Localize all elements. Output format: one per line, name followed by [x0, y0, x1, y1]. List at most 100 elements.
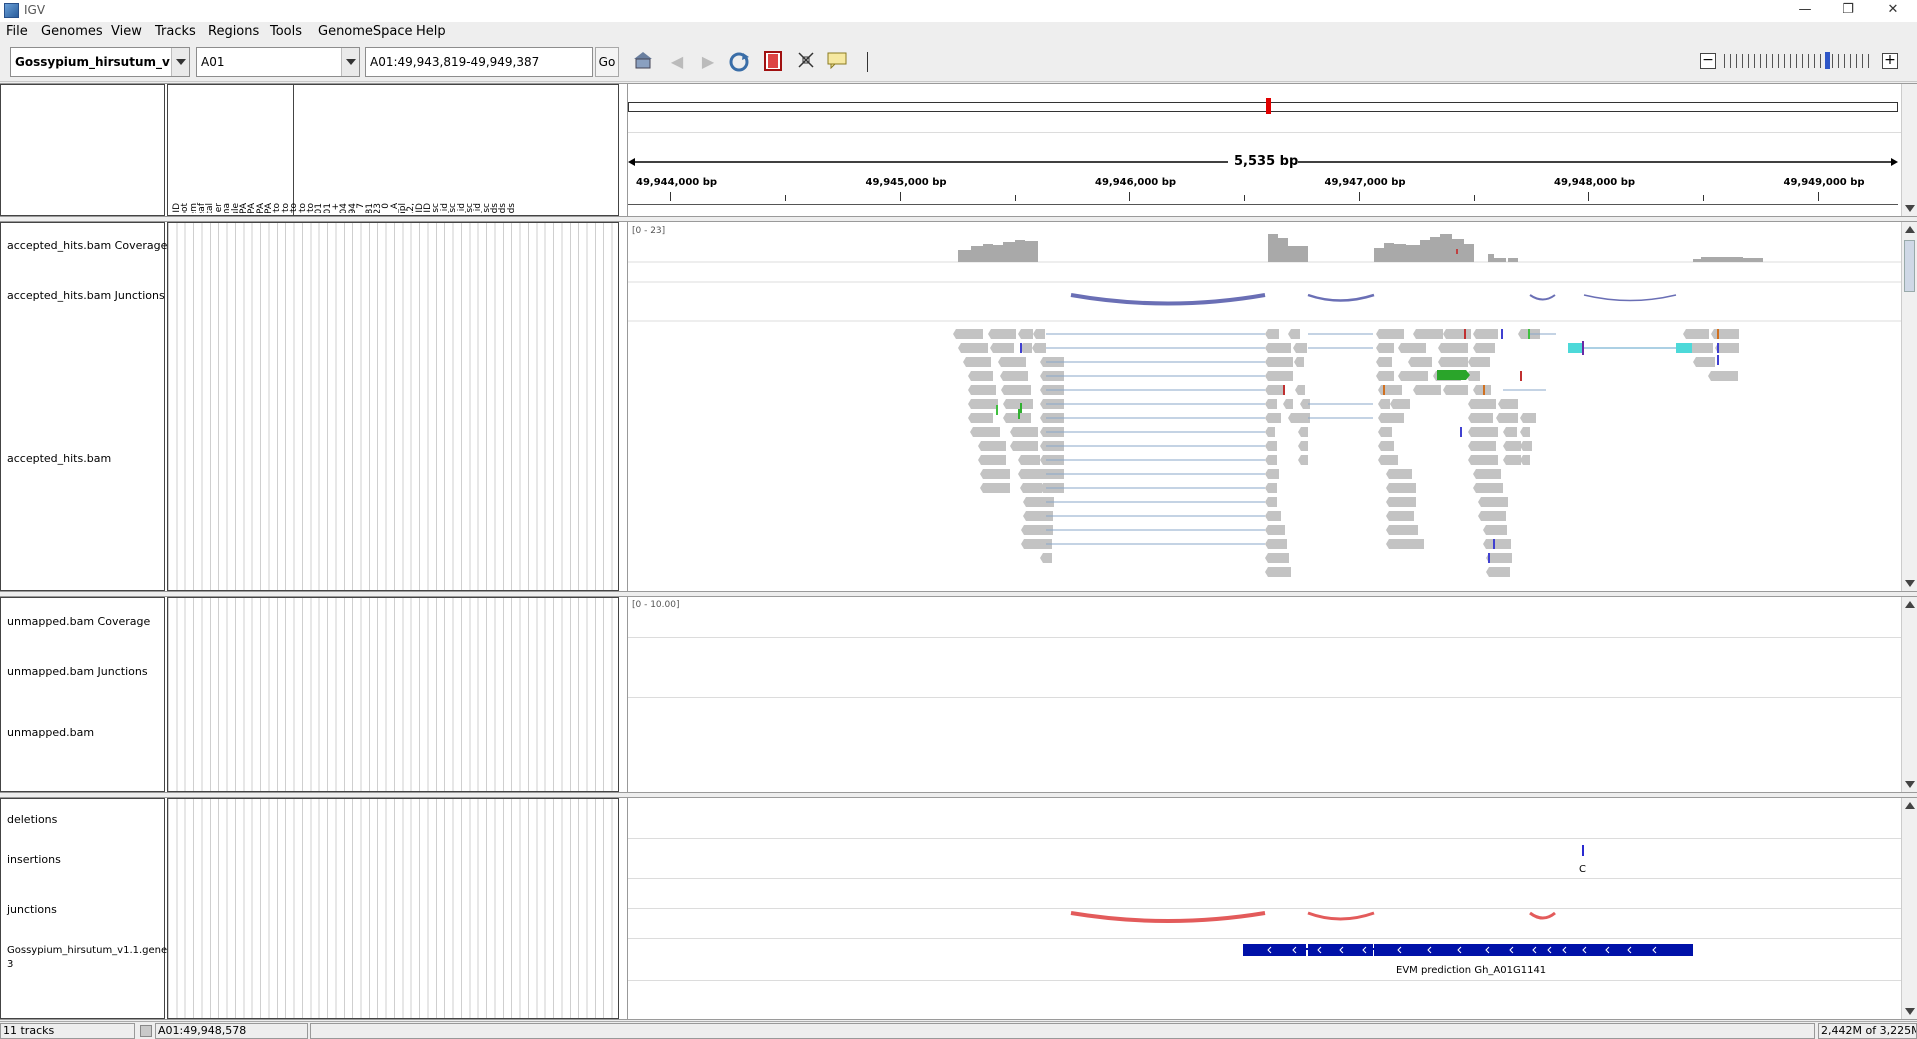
- junction-arc: [1529, 294, 1556, 301]
- track-name-insertions[interactable]: insertions: [7, 853, 61, 866]
- scroll-down-icon[interactable]: [1905, 781, 1915, 788]
- mismatch-mark: [1528, 329, 1530, 339]
- read-alignment: [1265, 343, 1291, 353]
- coverage-bar: [1374, 248, 1384, 262]
- chromosome-ideogram[interactable]: [628, 102, 1898, 112]
- region-of-interest-icon[interactable]: [795, 51, 817, 73]
- scroll-down-icon[interactable]: [1905, 580, 1915, 587]
- zoom-slider[interactable]: [1724, 54, 1874, 68]
- accepted-hits-attributes: [167, 222, 619, 591]
- accepted-hits-scrollbar[interactable]: [1901, 222, 1917, 591]
- track-divider: [628, 637, 1901, 638]
- zoom-out-button[interactable]: −: [1700, 53, 1716, 69]
- read-alignment: [1486, 567, 1510, 577]
- track-name-junctions[interactable]: junctions: [7, 903, 57, 916]
- menu-regions[interactable]: Regions: [208, 24, 259, 39]
- chevron-down-icon[interactable]: [171, 48, 189, 76]
- status-position: A01:49,948,578: [155, 1023, 308, 1039]
- read-alignment: [1000, 371, 1028, 381]
- unmapped-coverage-range-label: [0 - 10.00]: [632, 600, 680, 610]
- track-name-deletions[interactable]: deletions: [7, 813, 57, 826]
- genome-dropdown[interactable]: Gossypium_hirsutum_v...: [10, 47, 190, 77]
- chevron-down-icon[interactable]: [341, 48, 359, 76]
- read-alignment: [963, 357, 991, 367]
- resize-to-window-icon[interactable]: [762, 51, 784, 73]
- ruler-panel[interactable]: 5,535 bp 49,944,000 bp 49,945,000 bp 49,94…: [627, 84, 1901, 216]
- track-name-accepted-coverage[interactable]: accepted_hits.bam Coverage: [7, 239, 167, 252]
- restore-icon[interactable]: ❐: [1828, 0, 1868, 22]
- mismatch-mark: [1018, 409, 1020, 419]
- menu-tracks[interactable]: Tracks: [155, 24, 196, 39]
- scroll-thumb[interactable]: [1904, 240, 1915, 292]
- go-button[interactable]: Go: [595, 47, 619, 77]
- locus-search-input[interactable]: [365, 47, 593, 77]
- read-alignment: [1386, 525, 1418, 535]
- read-alignment: [1265, 567, 1291, 577]
- menu-view[interactable]: View: [111, 24, 142, 39]
- feature-panel: deletions insertions junctions Gossypium…: [0, 797, 1917, 1020]
- ruler-baseline: [628, 204, 1898, 205]
- feature-data[interactable]: C EVM prediction Gh_A01G1141: [627, 798, 1901, 1021]
- home-icon[interactable]: [632, 51, 654, 73]
- track-name-accepted-junctions[interactable]: accepted_hits.bam Junctions: [7, 289, 165, 302]
- unmapped-scrollbar[interactable]: [1901, 597, 1917, 792]
- read-alignment: [1298, 427, 1308, 437]
- read-alignment: [1520, 455, 1530, 465]
- scroll-up-icon[interactable]: [1905, 226, 1915, 233]
- scroll-up-icon[interactable]: [1905, 601, 1915, 608]
- coverage-bar: [983, 244, 993, 262]
- insertion-mark: [1582, 341, 1584, 355]
- read-alignment: [1295, 385, 1305, 395]
- header-scrollbar[interactable]: [1901, 84, 1917, 216]
- track-name-unmapped-bam[interactable]: unmapped.bam: [7, 726, 94, 739]
- mismatch-mark: [996, 405, 998, 415]
- read-alignment: [1386, 511, 1414, 521]
- read-alignment: [1265, 427, 1275, 437]
- popup-info-icon[interactable]: [826, 51, 848, 73]
- close-icon[interactable]: ✕: [1873, 0, 1913, 22]
- zoom-thumb[interactable]: [1825, 52, 1830, 69]
- scroll-down-icon[interactable]: [1905, 205, 1915, 212]
- zoom-in-button[interactable]: +: [1882, 53, 1898, 69]
- attribute-label[interactable]: GO_ids: [507, 109, 516, 213]
- back-icon[interactable]: ◀: [666, 51, 688, 73]
- read-alignment: [980, 483, 1010, 493]
- mismatch-mark: [1283, 385, 1285, 395]
- track-name-accepted-bam[interactable]: accepted_hits.bam: [7, 452, 111, 465]
- read-alignment: [958, 343, 988, 353]
- track-name-gene-line1[interactable]: Gossypium_hirsutum_v1.1.gene.: [7, 945, 170, 956]
- unmapped-data[interactable]: [0 - 10.00]: [627, 597, 1901, 792]
- feature-scrollbar[interactable]: [1901, 798, 1917, 1019]
- ruler-tick: [670, 192, 671, 201]
- track-name-unmapped-junctions[interactable]: unmapped.bam Junctions: [7, 665, 148, 678]
- menu-genomes[interactable]: Genomes: [41, 24, 103, 39]
- accepted-hits-canvas[interactable]: [628, 222, 1901, 593]
- menu-tools[interactable]: Tools: [270, 24, 302, 39]
- feature-canvas[interactable]: [628, 798, 1901, 1021]
- feature-attributes: [167, 798, 619, 1019]
- menu-file[interactable]: File: [6, 24, 28, 39]
- accepted-hits-data[interactable]: [0 - 23]: [627, 222, 1901, 593]
- zoom-widget[interactable]: − +: [1700, 51, 1900, 73]
- track-name-gene-line2[interactable]: 3: [7, 959, 13, 970]
- read-alignment: [990, 343, 1014, 353]
- toolbar: Gossypium_hirsutum_v... A01 Go ◀ ▶ − +: [0, 42, 1917, 82]
- menu-genomespace[interactable]: GenomeSpace: [318, 24, 413, 39]
- read-alignment: [1003, 399, 1033, 409]
- gene-label: EVM prediction Gh_A01G1141: [1396, 965, 1547, 976]
- read-alignment: [1378, 455, 1398, 465]
- menu-help[interactable]: Help: [416, 24, 446, 39]
- mismatch-mark: [1717, 355, 1719, 365]
- forward-icon[interactable]: ▶: [697, 51, 719, 73]
- track-name-unmapped-coverage[interactable]: unmapped.bam Coverage: [7, 615, 150, 628]
- read-highlight-cyan: [1568, 343, 1584, 353]
- refresh-icon[interactable]: [728, 51, 750, 73]
- ruler-minor-tick: [1244, 195, 1245, 201]
- chromosome-dropdown[interactable]: A01: [196, 47, 360, 77]
- scroll-up-icon[interactable]: [1905, 802, 1915, 809]
- scroll-down-icon[interactable]: [1905, 1008, 1915, 1015]
- read-alignment: [1288, 329, 1300, 339]
- minimize-icon[interactable]: —: [1785, 0, 1825, 22]
- header-panel: GeneIDGhRootGhStemGhLeafGhPetalGhAntherG…: [0, 83, 1917, 217]
- read-alignment: [1498, 399, 1518, 409]
